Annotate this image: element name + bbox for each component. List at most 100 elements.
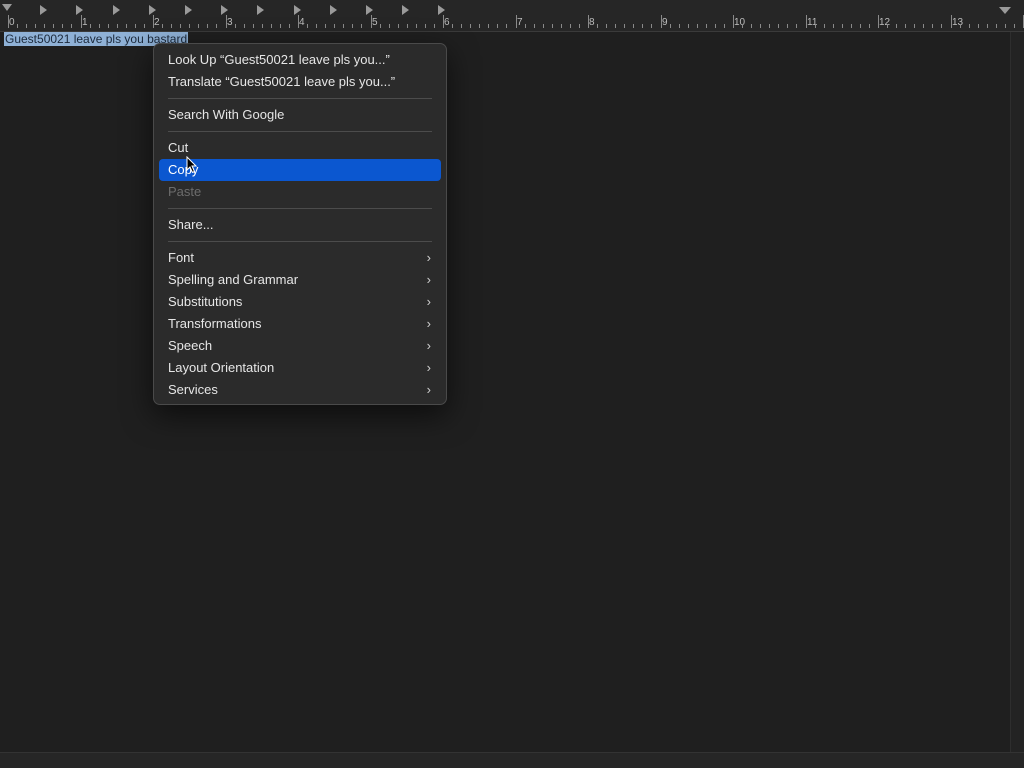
tab-stop-marker[interactable] <box>366 5 373 15</box>
menu-item-speech[interactable]: Speech › <box>159 335 441 357</box>
ruler-minor-tick <box>380 24 381 28</box>
ruler-minor-tick <box>543 24 544 28</box>
tab-stop-marker[interactable] <box>149 5 156 15</box>
ruler-number: 3 <box>227 17 233 28</box>
horizontal-scrollbar[interactable] <box>0 752 1024 768</box>
menu-item-label: Cut <box>168 140 189 155</box>
ruler-minor-tick <box>923 24 924 28</box>
tab-stop-marker[interactable] <box>221 5 228 15</box>
tab-stop-marker[interactable] <box>402 5 409 15</box>
ruler-minor-tick <box>126 24 127 28</box>
left-indent-marker[interactable] <box>2 4 12 11</box>
ruler-number: 2 <box>154 17 160 28</box>
ruler-minor-tick <box>624 24 625 28</box>
menu-separator <box>159 203 441 214</box>
chevron-right-icon: › <box>426 250 431 265</box>
ruler-number: 4 <box>299 17 305 28</box>
ruler-minor-tick <box>824 24 825 28</box>
ruler-minor-tick <box>651 24 652 28</box>
menu-item-label: Translate “Guest50021 leave pls you...” <box>168 74 396 89</box>
ruler-minor-tick <box>851 24 852 28</box>
ruler-number: 1 <box>82 17 88 28</box>
menu-item-cut[interactable]: Cut <box>159 137 441 159</box>
ruler-minor-tick <box>969 24 970 28</box>
document-area[interactable]: Guest50021 leave pls you bastard <box>0 32 1010 752</box>
ruler-minor-tick <box>978 24 979 28</box>
ruler-minor-tick <box>162 24 163 28</box>
tab-stop-marker[interactable] <box>113 5 120 15</box>
tab-stop-marker[interactable] <box>294 5 301 15</box>
ruler-minor-tick <box>887 24 888 28</box>
ruler-minor-tick <box>334 24 335 28</box>
chevron-right-icon: › <box>426 338 431 353</box>
menu-item-font[interactable]: Font › <box>159 247 441 269</box>
right-indent-marker[interactable] <box>999 7 1011 14</box>
menu-item-label: Spelling and Grammar <box>168 272 299 287</box>
vertical-scrollbar[interactable] <box>1010 32 1024 752</box>
ruler-minor-tick <box>697 24 698 28</box>
menu-item-share[interactable]: Share... <box>159 214 441 236</box>
chevron-right-icon: › <box>426 272 431 287</box>
ruler-minor-tick <box>1014 24 1015 28</box>
ruler-minor-tick <box>751 24 752 28</box>
ruler[interactable]: 01234567891011121314 <box>0 0 1024 32</box>
ruler-minor-tick <box>506 24 507 28</box>
ruler-minor-tick <box>452 24 453 28</box>
ruler-minor-tick <box>987 24 988 28</box>
menu-item-translate[interactable]: Translate “Guest50021 leave pls you...” <box>159 71 441 93</box>
menu-item-spelling-grammar[interactable]: Spelling and Grammar › <box>159 269 441 291</box>
ruler-minor-tick <box>679 24 680 28</box>
ruler-number: 9 <box>662 17 668 28</box>
ruler-minor-tick <box>742 24 743 28</box>
menu-item-label: Font <box>168 250 195 265</box>
tab-stop-marker[interactable] <box>330 5 337 15</box>
ruler-minor-tick <box>325 24 326 28</box>
ruler-minor-tick <box>642 24 643 28</box>
ruler-minor-tick <box>860 24 861 28</box>
ruler-minor-tick <box>171 24 172 28</box>
ruler-minor-tick <box>869 24 870 28</box>
mouse-cursor-icon <box>186 156 198 174</box>
ruler-minor-tick <box>633 24 634 28</box>
ruler-minor-tick <box>53 24 54 28</box>
ruler-minor-tick <box>688 24 689 28</box>
ruler-minor-tick <box>35 24 36 28</box>
ruler-minor-tick <box>996 24 997 28</box>
chevron-right-icon: › <box>426 316 431 331</box>
tab-stop-marker[interactable] <box>185 5 192 15</box>
ruler-minor-tick <box>461 24 462 28</box>
ruler-minor-tick <box>289 24 290 28</box>
menu-item-substitutions[interactable]: Substitutions › <box>159 291 441 313</box>
ruler-minor-tick <box>561 24 562 28</box>
ruler-minor-tick <box>570 24 571 28</box>
ruler-minor-tick <box>26 24 27 28</box>
menu-item-services[interactable]: Services › <box>159 379 441 401</box>
menu-item-paste: Paste <box>159 181 441 203</box>
menu-item-transformations[interactable]: Transformations › <box>159 313 441 335</box>
ruler-minor-tick <box>715 24 716 28</box>
ruler-minor-tick <box>352 24 353 28</box>
menu-item-label: Share... <box>168 217 214 232</box>
ruler-minor-tick <box>706 24 707 28</box>
menu-item-copy[interactable]: Copy <box>159 159 441 181</box>
menu-item-layout-orientation[interactable]: Layout Orientation › <box>159 357 441 379</box>
ruler-minor-tick <box>235 24 236 28</box>
ruler-minor-tick <box>271 24 272 28</box>
tab-stop-marker[interactable] <box>257 5 264 15</box>
menu-item-label: Speech <box>168 338 213 353</box>
ruler-minor-tick <box>1005 24 1006 28</box>
menu-item-search-google[interactable]: Search With Google <box>159 104 441 126</box>
tab-stop-marker[interactable] <box>40 5 47 15</box>
ruler-minor-tick <box>905 24 906 28</box>
ruler-minor-tick <box>815 24 816 28</box>
menu-item-label: Substitutions <box>168 294 243 309</box>
menu-item-look-up[interactable]: Look Up “Guest50021 leave pls you...” <box>159 49 441 71</box>
menu-separator <box>159 126 441 137</box>
ruler-minor-tick <box>253 24 254 28</box>
chevron-right-icon: › <box>426 294 431 309</box>
tab-stop-marker[interactable] <box>438 5 445 15</box>
tab-stop-marker[interactable] <box>76 5 83 15</box>
ruler-minor-tick <box>434 24 435 28</box>
menu-separator <box>159 93 441 104</box>
ruler-number: 5 <box>372 17 378 28</box>
